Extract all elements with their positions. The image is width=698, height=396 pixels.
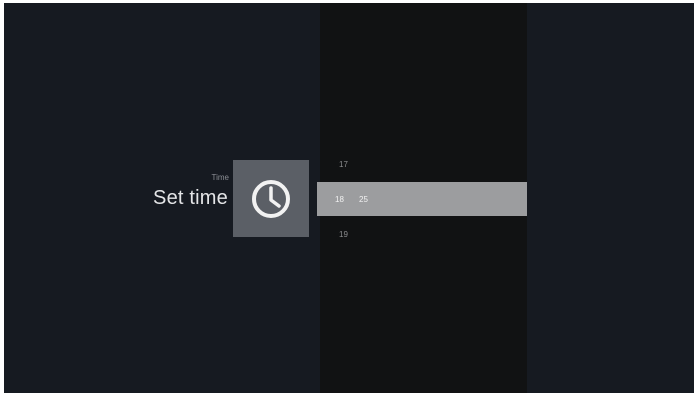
setting-header-pane: Time Set time: [4, 3, 317, 393]
category-label: Time: [211, 173, 229, 182]
minute-value-selected[interactable]: 25: [359, 195, 368, 204]
hour-option-next[interactable]: 19: [339, 230, 348, 239]
clock-icon: [252, 179, 290, 218]
hour-option-previous[interactable]: 17: [339, 160, 348, 169]
selected-time-row[interactable]: 18 25: [317, 182, 527, 216]
tv-settings-screen: Time Set time 17 19 18 25: [4, 3, 694, 393]
clock-icon-tile: [233, 160, 309, 237]
page-title: Set time: [153, 187, 228, 209]
hour-value-selected[interactable]: 18: [335, 195, 344, 204]
right-empty-pane: [527, 3, 694, 393]
